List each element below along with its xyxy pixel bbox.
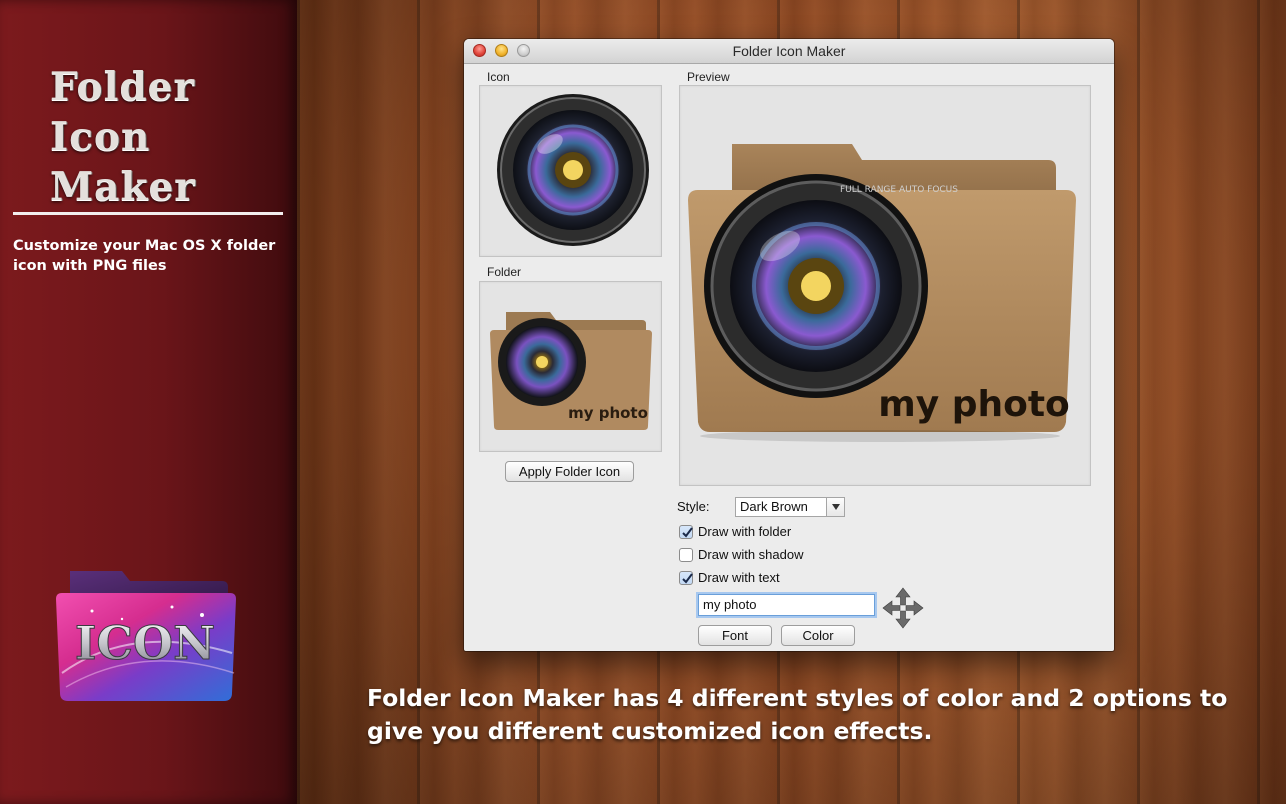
color-button[interactable]: Color	[781, 625, 855, 646]
folder-thumbnail-text: my photo	[568, 404, 648, 422]
promo-title-line: Folder	[50, 64, 196, 110]
checkbox-draw-with-folder[interactable]	[679, 525, 693, 539]
folder-well[interactable]: my photo	[479, 281, 662, 452]
window-title: Folder Icon Maker	[732, 43, 846, 59]
camera-lens-icon	[497, 94, 649, 246]
move-arrows-icon[interactable]	[881, 586, 925, 630]
checkbox-label: Draw with folder	[698, 524, 792, 539]
promo-panel: Folder Icon Maker Customize your Mac OS …	[0, 0, 297, 804]
style-label: Style:	[677, 499, 710, 514]
font-button[interactable]: Font	[698, 625, 772, 646]
icon-well[interactable]	[479, 85, 662, 257]
promo-title: Folder Icon Maker	[50, 62, 196, 212]
style-select-value: Dark Brown	[740, 499, 808, 514]
preview-label: Preview	[687, 70, 730, 84]
folder-preview-icon: FULL RANGE AUTO FOCUS my photo	[688, 144, 1076, 442]
chevron-down-icon[interactable]	[826, 498, 844, 516]
checkbox-label: Draw with shadow	[698, 547, 804, 562]
lens-ring-text: FULL RANGE AUTO FOCUS	[840, 185, 958, 195]
promo-tagline: Customize your Mac OS X folder icon with…	[13, 238, 276, 274]
preview-well: FULL RANGE AUTO FOCUS my photo	[679, 85, 1091, 486]
checkmark-icon	[682, 527, 693, 538]
title-bar[interactable]: Folder Icon Maker	[464, 39, 1114, 64]
checkbox-draw-with-shadow[interactable]	[679, 548, 693, 562]
logo-badge-text: ICON	[75, 616, 215, 670]
checkmark-icon	[682, 573, 693, 584]
icon-label: Icon	[487, 70, 510, 84]
promo-title-line: Maker	[50, 164, 196, 210]
checkbox-draw-with-text[interactable]	[679, 571, 693, 585]
folder-label: Folder	[487, 265, 522, 279]
app-logo-icon: ICON	[56, 571, 236, 701]
promo-divider	[13, 212, 283, 215]
promo-title-line: Icon	[50, 114, 151, 160]
folder-thumbnail-icon: my photo	[490, 312, 652, 430]
apply-folder-icon-button[interactable]: Apply Folder Icon	[505, 461, 634, 482]
style-select[interactable]: Dark Brown	[735, 497, 845, 517]
app-window: Folder Icon Maker Icon Folder my photo A…	[464, 39, 1114, 651]
folder-preview-text: my photo	[878, 384, 1070, 425]
folder-text-input[interactable]: my photo	[698, 594, 875, 616]
feature-caption: Folder Icon Maker has 4 different styles…	[367, 684, 1228, 745]
checkbox-label: Draw with text	[698, 570, 780, 585]
